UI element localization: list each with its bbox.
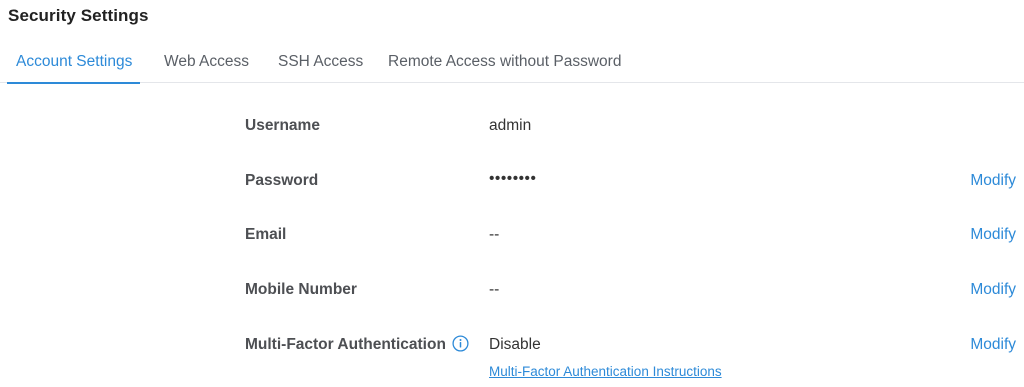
email-value: -- <box>489 226 500 243</box>
mfa-value: Disable <box>489 336 541 353</box>
modify-mfa-button[interactable]: Modify <box>970 336 1016 354</box>
tab-ssh-access[interactable]: SSH Access <box>278 40 363 83</box>
username-value: admin <box>489 117 532 134</box>
mfa-label-group: Multi-Factor Authentication <box>245 335 469 354</box>
mfa-label: Multi-Factor Authentication <box>245 336 446 353</box>
mobile-number-value: -- <box>489 281 500 298</box>
modify-password-button[interactable]: Modify <box>970 172 1016 190</box>
tab-remote-access-without-password[interactable]: Remote Access without Password <box>388 40 621 83</box>
page-title: Security Settings <box>8 6 149 25</box>
info-icon[interactable] <box>452 335 469 352</box>
password-label: Password <box>245 172 319 189</box>
modify-email-button[interactable]: Modify <box>970 226 1016 244</box>
password-value: •••••••• <box>489 170 537 187</box>
username-label: Username <box>245 117 320 134</box>
tab-account-settings[interactable]: Account Settings <box>6 40 141 84</box>
modify-mobile-number-button[interactable]: Modify <box>970 281 1016 299</box>
email-label: Email <box>245 226 287 243</box>
security-settings-page: Security Settings Account Settings Web A… <box>0 0 1024 387</box>
mfa-instructions-link[interactable]: Multi-Factor Authentication Instructions <box>489 364 722 379</box>
tab-web-access[interactable]: Web Access <box>164 40 249 83</box>
tab-bar: Account Settings Web Access SSH Access R… <box>0 40 1024 84</box>
mobile-number-label: Mobile Number <box>245 281 357 298</box>
